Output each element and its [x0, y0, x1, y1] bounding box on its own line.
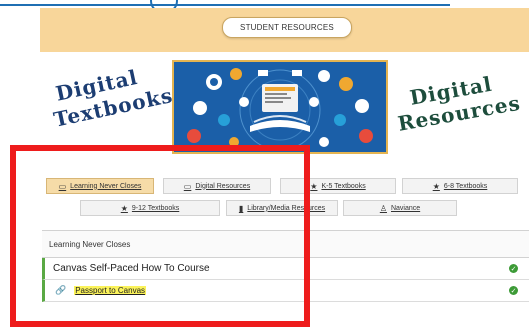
- student-resources-label: STUDENT RESOURCES: [240, 23, 334, 32]
- tab-label: Learning Never Closes: [70, 182, 142, 190]
- link-icon: 🔗: [55, 285, 67, 295]
- book-icon: ▮: [238, 203, 244, 213]
- digital-learning-illustration: [174, 62, 386, 152]
- module-panel: Learning Never Closes Canvas Self-Paced …: [42, 230, 529, 329]
- tab-learning-never-closes[interactable]: ▭ Learning Never Closes: [46, 178, 154, 194]
- digital-learning-banner-image: [172, 60, 388, 154]
- star-icon: ★: [120, 203, 128, 213]
- tab-digital-resources[interactable]: ▭ Digital Resources: [163, 178, 271, 194]
- tab-label: 9-12 Textbooks: [131, 204, 180, 212]
- tab-library-media-resources[interactable]: ▮ Library/Media Resources: [226, 200, 338, 216]
- tab-label: Naviance: [390, 204, 421, 212]
- person-icon: ♙: [379, 203, 387, 213]
- check-circle-icon: ✓: [509, 286, 518, 295]
- top-underline: [0, 4, 450, 6]
- link-row[interactable]: 🔗 Passport to Canvas ✓: [42, 280, 529, 302]
- laptop-icon: ▭: [58, 181, 67, 191]
- passport-to-canvas-link[interactable]: Passport to Canvas: [74, 286, 147, 295]
- tab-label: 6-8 Textbooks: [443, 182, 488, 190]
- check-circle-icon: ✓: [509, 264, 518, 273]
- tab-naviance[interactable]: ♙ Naviance: [343, 200, 457, 216]
- star-icon: ★: [432, 181, 440, 191]
- tab-9-12-textbooks[interactable]: ★ 9-12 Textbooks: [80, 200, 220, 216]
- course-row[interactable]: Canvas Self-Paced How To Course ✓: [42, 258, 529, 280]
- tab-label: Digital Resources: [195, 182, 251, 190]
- star-icon: ★: [310, 181, 318, 191]
- tab-label: Library/Media Resources: [247, 204, 326, 212]
- resource-tabs: ▭ Learning Never Closes ▭ Digital Resour…: [38, 172, 529, 220]
- course-title: Canvas Self-Paced How To Course: [53, 263, 210, 274]
- tab-label: K-5 Textbooks: [321, 182, 366, 190]
- tab-6-8-textbooks[interactable]: ★ 6-8 Textbooks: [402, 178, 518, 194]
- tab-k-5-textbooks[interactable]: ★ K-5 Textbooks: [280, 178, 396, 194]
- student-resources-button[interactable]: STUDENT RESOURCES: [222, 17, 352, 38]
- laptop-icon: ▭: [183, 181, 192, 191]
- module-heading: Learning Never Closes: [42, 230, 529, 258]
